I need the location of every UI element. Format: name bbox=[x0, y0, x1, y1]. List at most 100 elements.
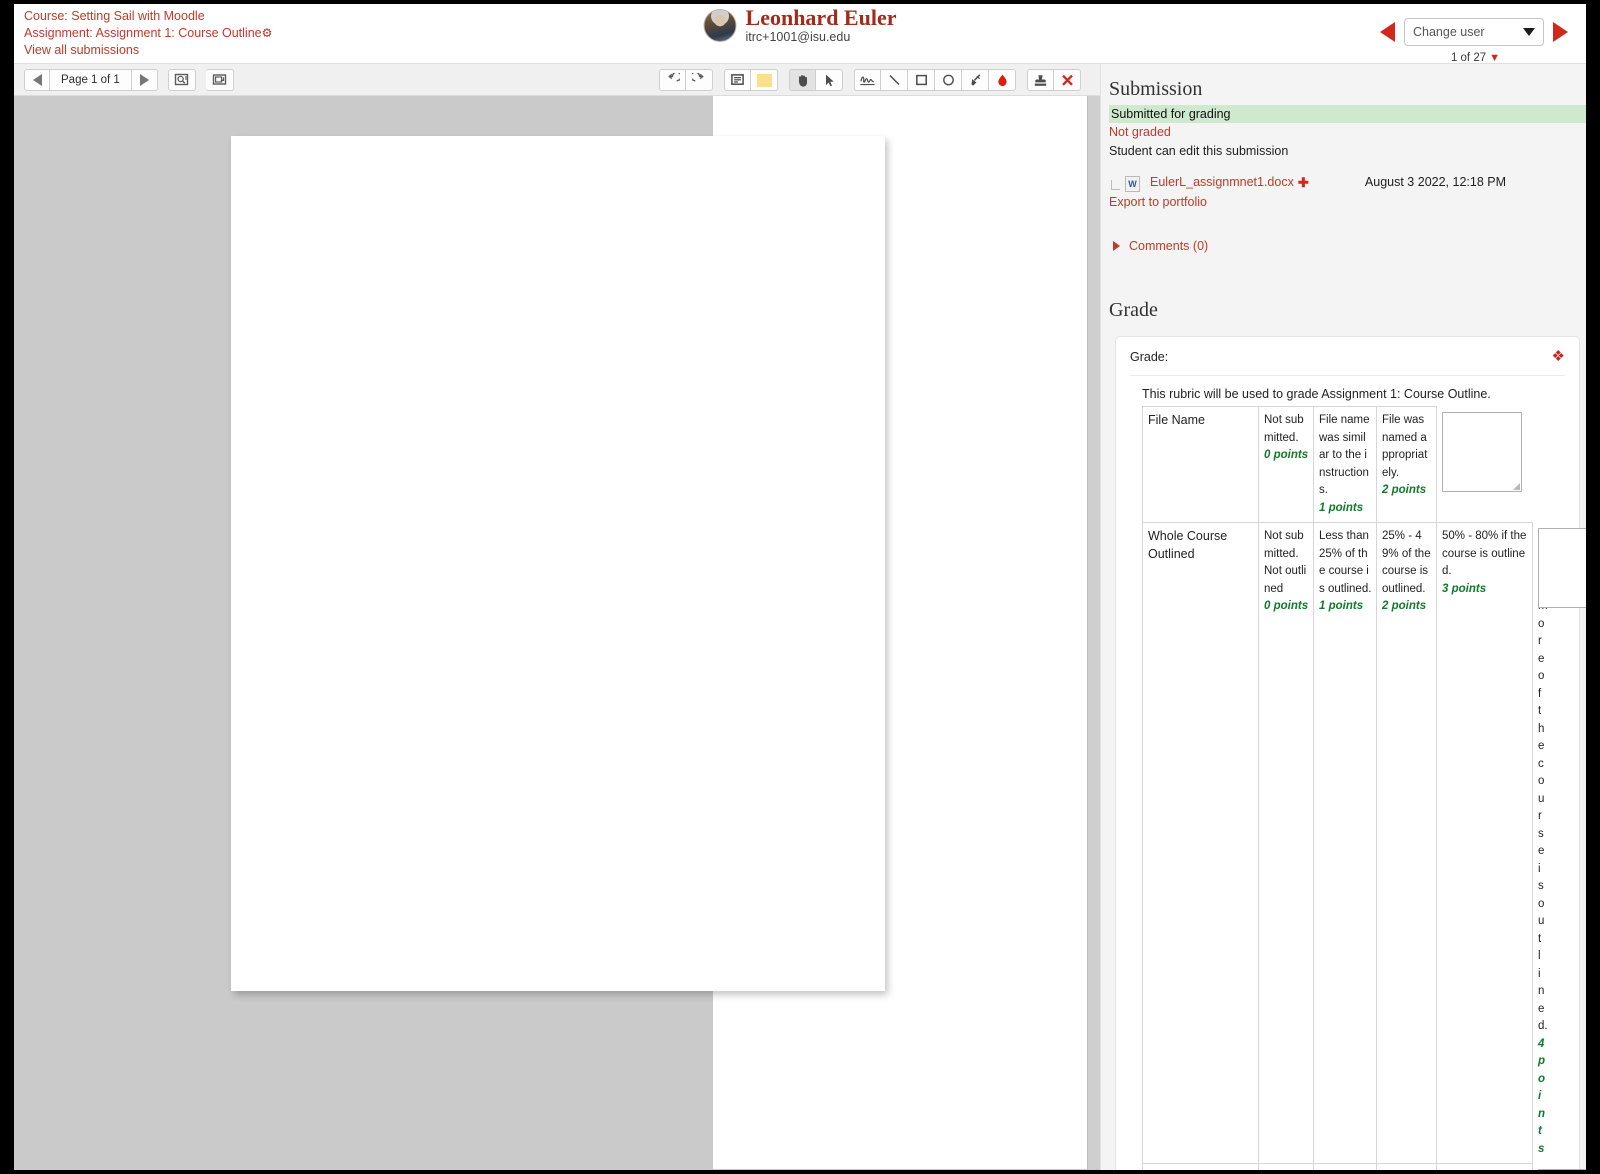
breadcrumb-assignment[interactable]: Assignment: Assignment 1: Course Outline bbox=[24, 26, 262, 40]
rubric-level-cell[interactable]: 25% - 49% of the course is outlined. 2 po… bbox=[1376, 522, 1437, 1164]
ink-color-button[interactable] bbox=[989, 69, 1016, 91]
breadcrumb-course[interactable]: Course: Setting Sail with Moodle bbox=[24, 8, 272, 25]
avatar bbox=[703, 9, 737, 42]
rubric-remark-cell bbox=[1437, 407, 1533, 523]
change-user-select[interactable]: Change user bbox=[1404, 18, 1544, 46]
rubric-level-cell[interactable]: Less than 25% of the course modules are … bbox=[1313, 1163, 1377, 1170]
app-window: Course: Setting Sail with Moodle Assignm… bbox=[14, 4, 1586, 1170]
status-badge: Submitted for grading bbox=[1109, 105, 1586, 123]
submitted-file-date: August 3 2022, 12:18 PM bbox=[1364, 175, 1506, 189]
rubric-level-cell[interactable]: 50% - 84% of the course modules are clea… bbox=[1436, 1163, 1533, 1170]
filter-icon[interactable]: ▼ bbox=[1489, 52, 1500, 64]
rubric-level-cell[interactable]: Not submitted. Not outlined 0 points bbox=[1258, 522, 1314, 1164]
tree-elbow-icon bbox=[1109, 180, 1125, 194]
gear-icon[interactable]: ⚙ bbox=[262, 25, 273, 42]
signature-icon bbox=[860, 76, 875, 86]
stamp-group bbox=[1027, 69, 1081, 91]
signature-button[interactable] bbox=[854, 69, 881, 91]
rubric-remark-textarea[interactable] bbox=[1538, 527, 1586, 608]
user-navigator: Change user bbox=[1380, 18, 1568, 46]
grade-card: Grade: ❖ This rubric will be used to gra… bbox=[1115, 336, 1586, 1170]
pdf-canvas-area[interactable] bbox=[14, 96, 1100, 1169]
next-user-icon[interactable] bbox=[1553, 22, 1568, 42]
delete-icon bbox=[1061, 74, 1073, 86]
select-tool-button[interactable] bbox=[816, 69, 843, 91]
rubric-remark-textarea[interactable] bbox=[1538, 1168, 1586, 1170]
pdf-page[interactable] bbox=[231, 136, 885, 991]
rectangle-icon bbox=[915, 74, 927, 86]
rubric-level-cell[interactable]: Not submitted. 0 points bbox=[1258, 406, 1314, 523]
next-page-button[interactable] bbox=[131, 68, 158, 91]
previous-user-icon[interactable] bbox=[1380, 22, 1395, 42]
pdf-toolbar: Page 1 of 1 bbox=[14, 64, 1100, 96]
expand-collapse-icon[interactable]: ❖ bbox=[1552, 349, 1565, 364]
line-icon bbox=[888, 74, 900, 86]
change-user-label: Change user bbox=[1413, 25, 1485, 39]
rotate-left-button[interactable] bbox=[659, 69, 686, 91]
comment-icon bbox=[731, 74, 744, 85]
rubric-level-cell[interactable]: 50% - 80% if the course is outlined. 3 po… bbox=[1436, 522, 1533, 1164]
select-cursor-icon bbox=[826, 74, 834, 86]
word-document-icon: W bbox=[1125, 176, 1140, 192]
page-nav-group: Page 1 of 1 bbox=[24, 68, 158, 91]
delete-annotation-button[interactable] bbox=[1054, 69, 1081, 91]
drawing-group bbox=[854, 69, 1016, 91]
rubric-level-cell[interactable]: Not submitted. None of the modules are n… bbox=[1258, 1163, 1314, 1170]
submission-heading: Submission bbox=[1109, 78, 1203, 100]
rubric-level-cell[interactable]: Less than 25% of the course is outlined.… bbox=[1313, 522, 1377, 1164]
page-header: Course: Setting Sail with Moodle Assignm… bbox=[14, 4, 1586, 64]
rubric-body: File Name Not submitted. 0 points File name… bbox=[1142, 406, 1586, 1170]
edit-status: Student can edit this submission bbox=[1109, 144, 1289, 158]
rubric-criterion: Module Names bbox=[1142, 1163, 1259, 1170]
color-swatch-icon bbox=[756, 73, 772, 87]
rubric-level-points: 1 points bbox=[1319, 501, 1364, 514]
stamp-button[interactable] bbox=[1027, 69, 1054, 91]
comments-toggle[interactable]: Comments (0) bbox=[1109, 239, 1586, 253]
comments-label[interactable]: Comments (0) bbox=[1129, 239, 1208, 253]
submitted-file-link[interactable]: EulerL_assignmnet1.docx bbox=[1150, 175, 1294, 189]
comment-button[interactable] bbox=[724, 69, 751, 91]
rubric-level-points: 3 points bbox=[1442, 582, 1487, 595]
next-page-icon bbox=[139, 73, 149, 86]
rectangle-button[interactable] bbox=[908, 69, 935, 91]
add-file-icon[interactable]: ✚ bbox=[1298, 175, 1309, 191]
rubric-row: Module NamesNot submitted. None of the m… bbox=[1142, 1163, 1586, 1170]
grading-status: Not graded bbox=[1109, 125, 1171, 139]
line-button[interactable] bbox=[881, 69, 908, 91]
prev-page-icon bbox=[32, 73, 42, 86]
current-user-block: Leonhard Euler itrc+1001@isu.edu bbox=[703, 5, 897, 45]
page-title: Leonhard Euler bbox=[745, 5, 897, 30]
submitted-file-row: W EulerL_assignmnet1.docx ✚ August 3 202… bbox=[1109, 175, 1586, 194]
rubric-remark-textarea[interactable] bbox=[1442, 411, 1522, 492]
ellipse-button[interactable] bbox=[935, 69, 962, 91]
expand-view-icon bbox=[212, 74, 227, 85]
pan-tool-button[interactable] bbox=[789, 69, 816, 91]
rubric-criterion: File Name bbox=[1142, 406, 1259, 523]
rubric-level-cell[interactable]: File was named appropriately. 2 points bbox=[1376, 406, 1437, 523]
highlighter-icon bbox=[970, 73, 980, 85]
view-all-submissions-link[interactable]: View all submissions bbox=[24, 42, 272, 59]
page-indicator: Page 1 of 1 bbox=[50, 68, 132, 91]
rubric-level-points: 2 points bbox=[1382, 600, 1427, 612]
rotate-left-icon bbox=[668, 72, 680, 81]
export-to-portfolio-link[interactable]: Export to portfolio bbox=[1109, 195, 1586, 209]
search-page-button[interactable] bbox=[167, 68, 196, 91]
expand-view-button[interactable] bbox=[205, 68, 234, 91]
grade-card-header: Grade: ❖ bbox=[1130, 349, 1565, 376]
rubric-level-cell[interactable]: 25% - 49% of the course modules are clea… bbox=[1376, 1163, 1437, 1170]
rubric-table: File Name Not submitted. 0 points File name… bbox=[1142, 406, 1586, 1170]
ink-color-icon bbox=[997, 74, 1007, 86]
highlighter-button[interactable] bbox=[962, 69, 989, 91]
breadcrumb-assignment-line: Assignment: Assignment 1: Course Outline… bbox=[24, 25, 272, 42]
ellipse-icon bbox=[942, 74, 954, 86]
rubric-level-points: 0 points bbox=[1264, 600, 1309, 612]
rotate-right-button[interactable] bbox=[686, 69, 713, 91]
rubric-level-cell[interactable]: File name was similar to the instruction… bbox=[1313, 406, 1377, 523]
rubric-intro: This rubric will be used to grade Assign… bbox=[1142, 387, 1491, 401]
rubric-level-points: 1 points bbox=[1319, 600, 1364, 612]
chevron-down-icon bbox=[1523, 28, 1535, 36]
viewer-scrollbar[interactable] bbox=[1087, 96, 1100, 1169]
stamp-icon bbox=[1034, 74, 1047, 86]
annotation-color-button[interactable] bbox=[751, 69, 778, 91]
prev-page-button[interactable] bbox=[24, 68, 50, 91]
